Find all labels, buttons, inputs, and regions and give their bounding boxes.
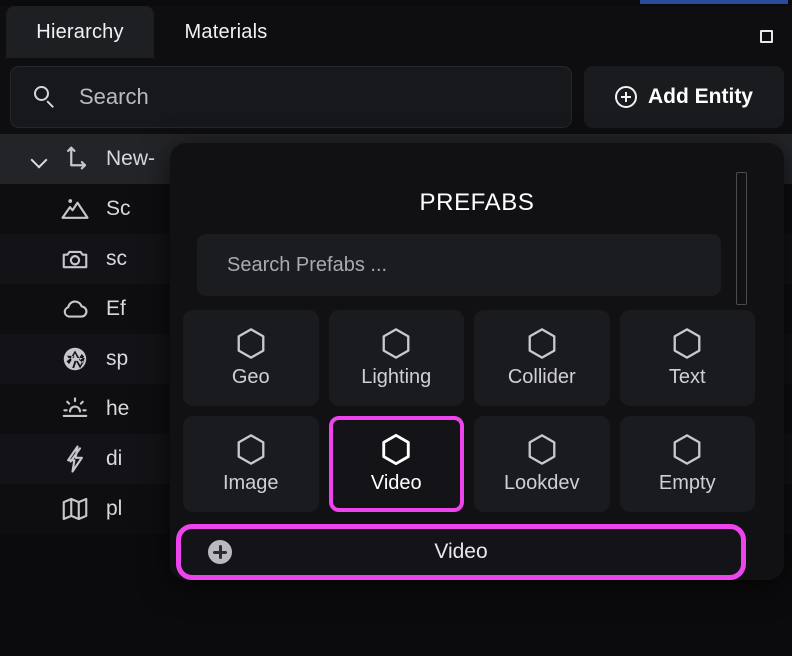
plus-circle-filled-icon: [208, 540, 232, 564]
prefabs-modal-title: PREFABS: [419, 189, 535, 216]
hexagon-icon: [672, 433, 702, 466]
prefab-row: Geo Lighting Collider Text: [183, 310, 755, 406]
prefab-tile-label: Text: [668, 366, 706, 388]
tab-hierarchy-label: Hierarchy: [36, 20, 124, 43]
add-prefab-action-bar[interactable]: Video: [176, 524, 746, 580]
aperture-icon: [60, 344, 90, 374]
prefab-tile-label: Video: [370, 472, 422, 494]
search-placeholder: Search: [79, 84, 149, 109]
prefab-tile-label: Empty: [658, 472, 716, 494]
hexagon-icon: [672, 327, 702, 360]
axis-gizmo-icon: [60, 144, 90, 174]
cloud-icon: [60, 294, 90, 324]
window-accent-strip: [640, 0, 788, 4]
hierarchy-row-label: sc: [106, 247, 127, 270]
prefab-tile-label: Image: [222, 472, 279, 494]
mountains-icon: [60, 194, 90, 224]
prefab-tile-text[interactable]: Text: [619, 310, 755, 406]
prefab-search-placeholder: Search Prefabs ...: [227, 253, 388, 276]
search-input[interactable]: Search: [10, 66, 572, 128]
tab-bar: Hierarchy Materials: [0, 6, 792, 58]
add-prefab-action-label: Video: [434, 540, 488, 563]
prefab-tile-collider[interactable]: Collider: [474, 310, 610, 406]
chevron-down-icon[interactable]: [30, 150, 48, 168]
tab-materials[interactable]: Materials: [158, 6, 294, 58]
prefab-grid: Geo Lighting Collider Text Image Video L…: [183, 310, 755, 522]
hexagon-icon: [527, 327, 557, 360]
hierarchy-row-label: di: [106, 447, 123, 470]
prefab-tile-video[interactable]: Video: [328, 416, 464, 512]
prefabs-modal: PREFABS Search Prefabs ... Geo Lighting …: [170, 143, 784, 580]
hierarchy-toolbar: Search Add Entity: [0, 58, 792, 134]
hexagon-icon: [381, 433, 411, 466]
prefab-tile-empty[interactable]: Empty: [619, 416, 755, 512]
vertical-scrollbar[interactable]: [736, 172, 747, 305]
map-icon: [60, 494, 90, 524]
search-icon: [33, 85, 57, 109]
prefab-row: Image Video Lookdev Empty: [183, 416, 755, 512]
add-entity-button[interactable]: Add Entity: [584, 66, 784, 128]
hierarchy-row-label: Ef: [106, 297, 126, 320]
prefab-search-input[interactable]: Search Prefabs ...: [197, 234, 721, 296]
hierarchy-row-label: sp: [106, 347, 129, 370]
prefab-tile-lighting[interactable]: Lighting: [328, 310, 464, 406]
prefab-tile-label: Lookdev: [503, 472, 580, 494]
lightning-icon: [60, 444, 90, 474]
tab-hierarchy[interactable]: Hierarchy: [6, 6, 154, 58]
prefab-tile-lookdev[interactable]: Lookdev: [474, 416, 610, 512]
sunrise-icon: [60, 394, 90, 424]
hexagon-icon: [236, 327, 266, 360]
hexagon-icon: [236, 433, 266, 466]
hexagon-icon: [381, 327, 411, 360]
app-root: Hierarchy Materials Search Add Entity Ne…: [0, 0, 792, 656]
prefab-tile-geo[interactable]: Geo: [183, 310, 319, 406]
window-restore-button[interactable]: [758, 28, 775, 45]
square-restore-icon: [760, 30, 773, 43]
camera-icon: [60, 244, 90, 274]
hierarchy-row-label: Sc: [106, 197, 131, 220]
prefab-tile-label: Geo: [231, 366, 270, 388]
prefab-tile-label: Collider: [507, 366, 576, 388]
hexagon-icon: [527, 433, 557, 466]
prefab-tile-image[interactable]: Image: [183, 416, 319, 512]
plus-circle-icon: [615, 86, 637, 108]
hierarchy-row-label: pl: [106, 497, 123, 520]
prefab-tile-label: Lighting: [361, 366, 432, 388]
hierarchy-row-label: New-: [106, 147, 156, 170]
add-entity-label: Add Entity: [648, 85, 753, 108]
tab-materials-label: Materials: [184, 20, 268, 43]
hierarchy-row-label: he: [106, 397, 130, 420]
